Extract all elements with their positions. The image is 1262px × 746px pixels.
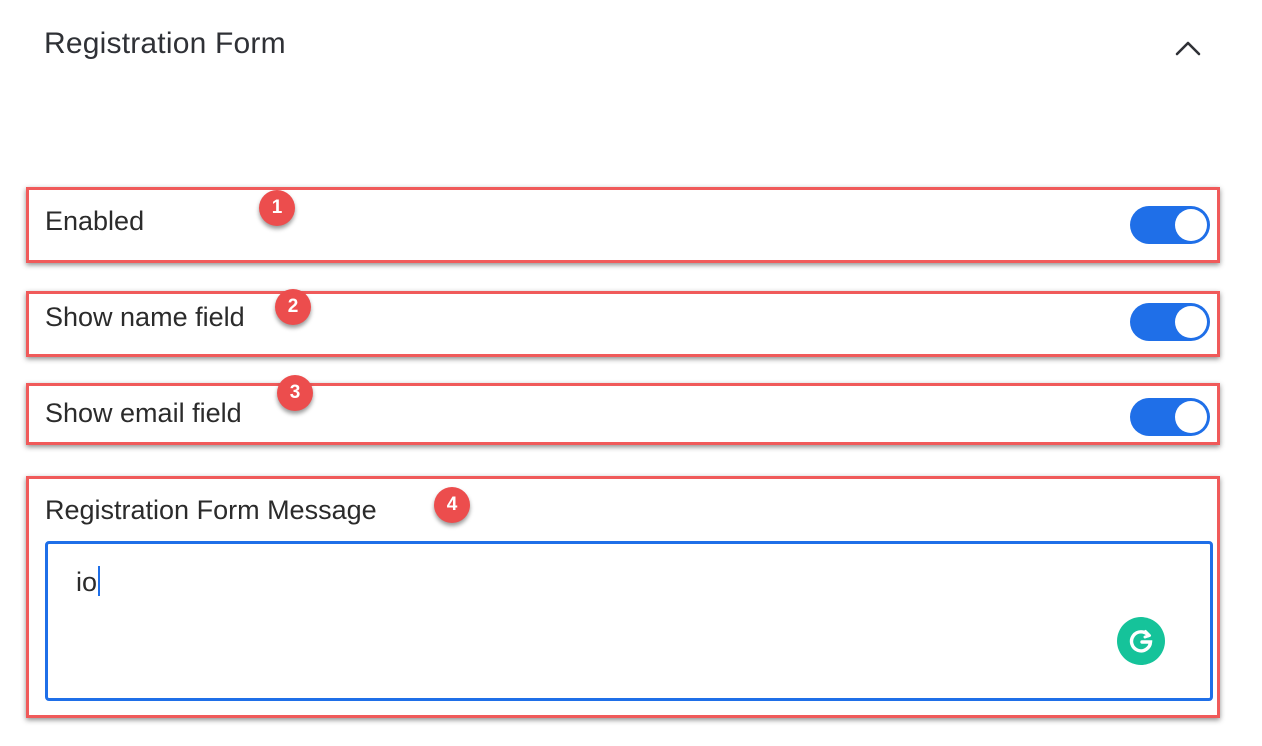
collapse-button[interactable] [1168,28,1208,68]
grammarly-icon[interactable] [1117,617,1165,665]
text-caret [98,566,101,596]
toggle-knob [1175,209,1207,241]
setting-row-show-name-field: Show name field [26,291,1220,357]
registration-message-textarea[interactable]: io [45,541,1213,701]
annotation-badge-4: 4 [434,487,470,523]
panel-title: Registration Form [44,27,286,60]
chevron-up-icon [1175,41,1201,56]
show-email-field-toggle[interactable] [1130,398,1210,436]
setting-label-show-email-field: Show email field [45,398,242,428]
setting-row-enabled: Enabled [26,187,1220,263]
annotation-badge-1: 1 [259,190,295,226]
registration-message-label: Registration Form Message [45,495,377,525]
textarea-value: io [76,566,101,598]
toggle-knob [1175,306,1207,338]
setting-label-show-name-field: Show name field [45,302,245,332]
annotation-badge-3: 3 [277,375,313,411]
setting-row-show-email-field: Show email field [26,383,1220,445]
enabled-toggle[interactable] [1130,206,1210,244]
annotation-badge-2: 2 [275,289,311,325]
show-name-field-toggle[interactable] [1130,303,1210,341]
setting-row-registration-message: Registration Form Message io [26,476,1220,718]
setting-label-enabled: Enabled [45,206,145,236]
toggle-knob [1175,401,1207,433]
